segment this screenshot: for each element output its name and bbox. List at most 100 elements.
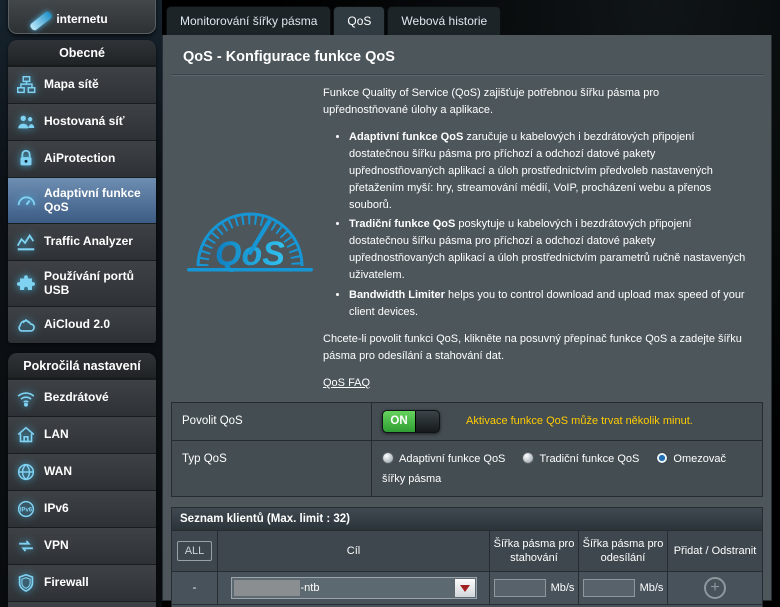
qos-bullet-list: Adaptivní funkce QoS zaručuje u kabelový… [349,129,747,321]
sidebar-item-label: Adaptivní funkce QoS [44,185,141,214]
client-name: -ntb [300,582,320,595]
qos-type-row: Typ QoS Adaptivní funkce QoS Tradiční fu… [172,439,762,497]
sidebar-item-label: AiCloud 2.0 [44,317,111,332]
bullet-bandwidth-limiter: Bandwidth Limiter helps you to control d… [349,287,747,321]
section-header-advanced: Pokročilá nastavení [8,353,156,379]
upload-bandwidth-input[interactable] [582,579,635,598]
ipv6-globe-icon: IPv6 [8,498,44,520]
sidebar-item-label: Firewall [44,575,89,590]
section-header-general: Obecné [8,40,156,66]
sidebar-item-label: IPv6 [44,501,69,516]
traffic-chart-icon [8,231,44,253]
description-text: Funkce Quality of Service (QoS) zajišťuj… [323,85,753,392]
download-bandwidth-input[interactable] [493,579,546,598]
qos-faq-link[interactable]: QoS FAQ [323,377,370,389]
sidebar-item-label: VPN [44,538,69,553]
activation-note: Aktivace funkce QoS může trvat několik m… [466,415,693,428]
sidebar-section-advanced: Pokročilá nastavení Bezdrátové LAN WAN I… [8,353,156,607]
intro-paragraph: Funkce Quality of Service (QoS) zajišťuj… [323,87,660,117]
qos-type-label: Typ QoS [172,440,372,497]
cloud-icon [8,314,44,336]
sidebar-item-label: Hostovaná síť [44,114,125,129]
router-admin-app: internetu Obecné Mapa sítě Hostovaná síť [0,0,780,607]
redacted-client-name [233,580,300,597]
page-title: QoS - Konfigurace funkce QoS [171,43,763,75]
tab-bar: Monitorování šířky pásma QoS Webová hist… [162,0,772,35]
sidebar-item-mapa-site[interactable]: Mapa sítě [8,66,156,103]
column-header-upload: Šířka pásma pro odesílání [579,531,668,573]
client-table-entry-row: - -ntb Mb/s Mb/s + [172,572,762,606]
quick-internet-setup-button[interactable]: internetu [8,0,156,34]
download-unit: Mb/s [550,582,575,595]
sidebar-item-wan[interactable]: WAN [8,453,156,490]
radio-icon [382,451,394,464]
sidebar-item-traffic-analyzer[interactable]: Traffic Analyzer [8,223,156,260]
upload-unit: Mb/s [639,582,664,595]
client-list-table: Seznam klientů (Max. limit : 32) ALL Cíl… [171,507,763,607]
sidebar-item-label: Bezdrátové [44,390,109,405]
qos-settings-table: Povolit QoS ON Aktivace funkce QoS může … [171,401,763,498]
sidebar-item-vpn[interactable]: VPN [8,527,156,564]
chevron-down-icon [459,584,470,592]
puzzle-icon [8,273,44,295]
sidebar-item-hostovana-sit[interactable]: Hostovaná síť [8,103,156,140]
sidebar-item-label: LAN [44,427,69,442]
wifi-icon [8,387,44,409]
pen-icon [29,10,53,32]
sidebar-item-usb-porty[interactable]: Používání portů USB [8,260,156,306]
shield-icon [8,572,44,594]
bullet-adaptive: Adaptivní funkce QoS zaručuje u kabelový… [349,129,747,214]
column-header-target: Cíl [218,531,490,573]
sidebar-item-lan[interactable]: LAN [8,416,156,453]
sidebar-section-general: Obecné Mapa sítě Hostovaná síť AiProtect… [8,40,156,343]
radio-selected-icon [656,451,669,464]
sidebar-item-aiprotection[interactable]: AiProtection [8,140,156,177]
radio-icon [522,451,535,464]
enable-qos-label: Povolit QoS [172,402,372,440]
sidebar-item-bezdratove[interactable]: Bezdrátové [8,379,156,416]
sidebar-item-label: Mapa sítě [44,77,99,92]
sidebar-item-aicloud[interactable]: AiCloud 2.0 [8,306,156,343]
radio-tradicni-qos[interactable]: Tradiční funkce QoS [522,451,639,465]
sidebar-item-firewall[interactable]: Firewall [8,564,156,601]
row-index: - [172,572,218,606]
column-header-add-remove: Přidat / Odstranit [668,531,762,573]
sidebar-item-partial[interactable] [8,601,156,607]
sidebar-item-ipv6[interactable]: IPv6 IPv6 [8,490,156,527]
client-table-header-row: ALL Cíl Šířka pásma pro stahování Šířka … [172,531,762,573]
content-panel: QoS - Konfigurace funkce QoS QoS [162,35,772,607]
sidebar-item-label: AiProtection [44,151,116,166]
tab-monitorovani-sirky-pasma[interactable]: Monitorování šířky pásma [166,6,332,35]
sidebar-item-adaptivni-qos[interactable]: Adaptivní funkce QoS [8,177,156,223]
vpn-icon [8,535,44,557]
guest-network-icon [8,111,44,133]
qos-enable-toggle[interactable]: ON [382,409,440,433]
sidebar: internetu Obecné Mapa sítě Hostovaná síť [0,0,162,607]
globe-icon [8,461,44,483]
gauge-icon [8,190,44,212]
toggle-on-label: ON [383,410,415,432]
sidebar-item-label: WAN [44,464,72,479]
svg-text:IPv6: IPv6 [20,507,33,513]
description-section: QoS Funkce Quality of Service (QoS) zaji… [171,75,763,398]
house-icon [8,424,44,446]
tab-qos[interactable]: QoS [333,6,386,35]
sidebar-item-label: Používání portů USB [44,268,134,297]
qos-gauge-image: QoS [177,174,323,302]
select-all-button[interactable]: ALL [176,541,213,562]
dropdown-arrow-button[interactable] [454,579,475,598]
lock-icon [8,148,44,170]
enable-qos-row: Povolit QoS ON Aktivace funkce QoS může … [172,402,762,440]
top-button-label: internetu [56,12,108,26]
main-area: Monitorování šířky pásma QoS Webová hist… [162,0,780,607]
client-table-title: Seznam klientů (Max. limit : 32) [172,508,762,532]
bullet-traditional: Tradiční funkce QoS poskytuje u kabelový… [349,216,747,284]
outro-paragraph: Chcete-li povolit funkci QoS, klikněte n… [323,332,742,362]
qos-type-options: Adaptivní funkce QoS Tradiční funkce QoS… [372,441,762,497]
sidebar-item-label: Traffic Analyzer [44,234,133,249]
toggle-knob [415,410,439,432]
tab-webova-historie[interactable]: Webová historie [387,6,502,35]
client-select-dropdown[interactable]: -ntb [230,577,477,600]
add-client-button[interactable]: + [704,577,726,600]
radio-adaptivni-qos[interactable]: Adaptivní funkce QoS [382,451,505,465]
